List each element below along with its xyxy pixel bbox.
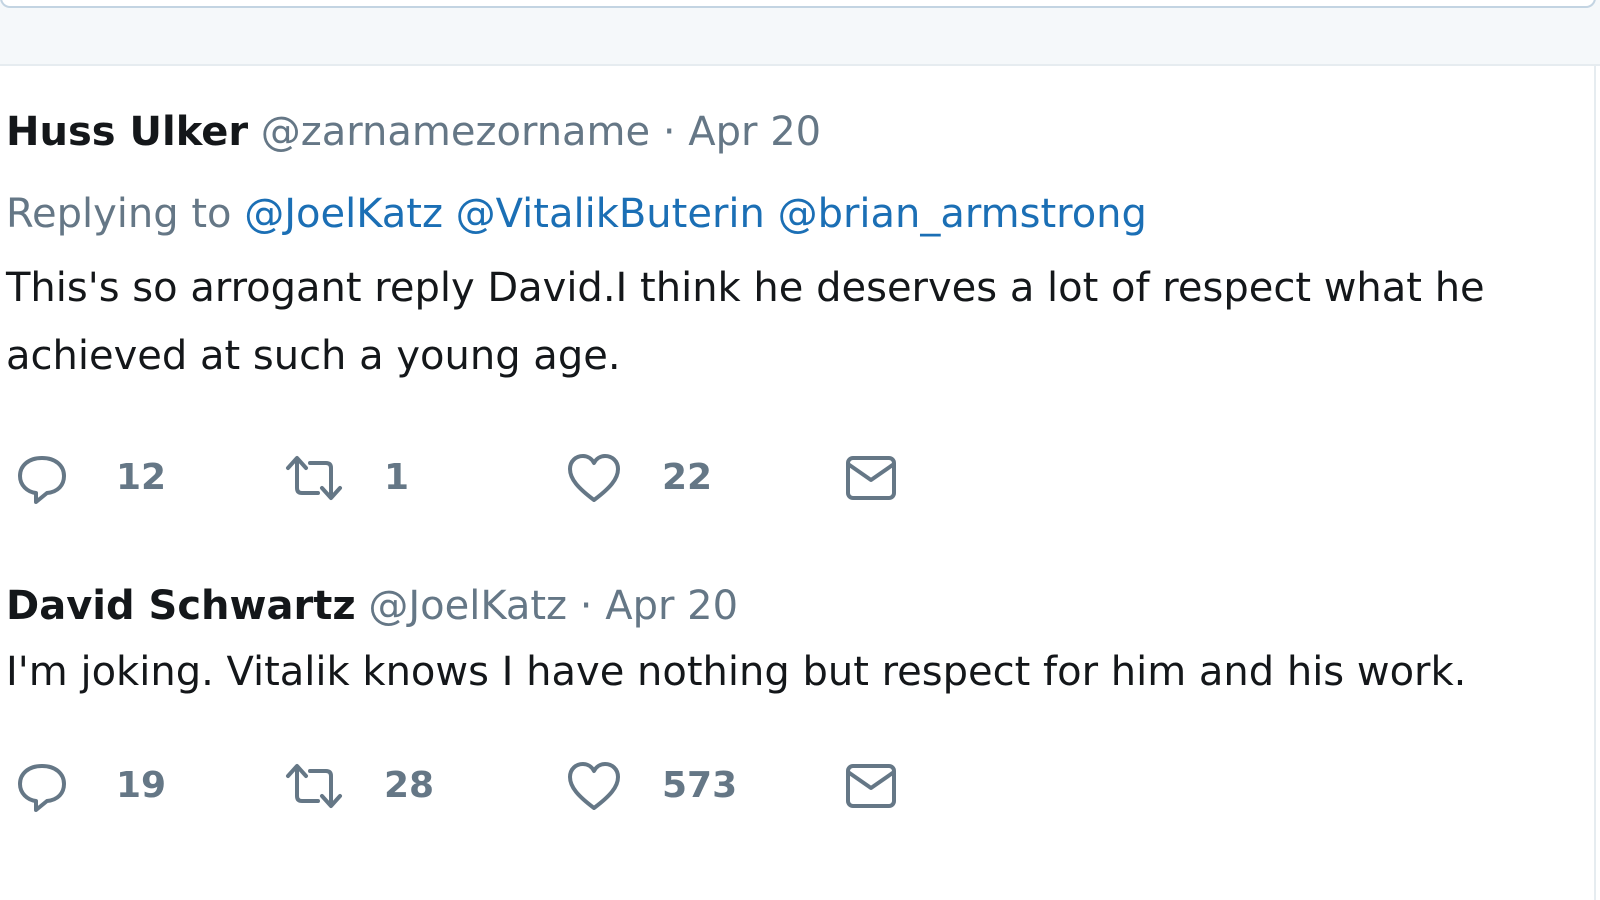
author-name[interactable]: Huss Ulker [6, 109, 248, 155]
reply-button[interactable]: 12 [12, 448, 166, 508]
compose-area [0, 0, 1600, 66]
envelope-icon [846, 764, 896, 808]
tweet-date[interactable]: Apr 20 [688, 109, 821, 155]
retweet-icon [286, 764, 342, 808]
tweet-actions: 12 1 22 [6, 448, 966, 508]
like-button[interactable]: 22 [564, 448, 712, 508]
like-button[interactable]: 573 [564, 756, 737, 816]
author-handle[interactable]: @zarnamezorname [261, 109, 650, 155]
tweet-header: David Schwartz @JoelKatz · Apr 20 [6, 578, 1566, 634]
reply-button[interactable]: 19 [12, 756, 166, 816]
tweet-header: Huss Ulker @zarnamezorname · Apr 20 [6, 104, 1566, 160]
tweet-text: This's so arrogant reply David.I think h… [6, 265, 1485, 379]
reply-count: 12 [116, 457, 167, 498]
mention-link[interactable]: @VitalikButerin [456, 191, 765, 237]
tweet-actions: 19 28 573 [6, 756, 966, 816]
replying-to: Replying to @JoelKatz @VitalikButerin @b… [6, 186, 1566, 242]
tweet-text: I'm joking. Vitalik knows I have nothing… [6, 649, 1467, 695]
retweet-count: 28 [384, 765, 435, 806]
separator-dot: · [662, 109, 676, 155]
like-count: 573 [662, 765, 738, 806]
tweet[interactable]: Huss Ulker @zarnamezorname · Apr 20 Repl… [6, 104, 1566, 390]
author-handle[interactable]: @JoelKatz [368, 583, 567, 629]
reply-input-box[interactable] [0, 0, 1596, 8]
heart-icon [568, 454, 620, 502]
tweet-date[interactable]: Apr 20 [605, 583, 738, 629]
direct-message-button[interactable] [840, 756, 900, 816]
retweet-count: 1 [384, 457, 410, 498]
mention-link[interactable]: @JoelKatz [244, 191, 443, 237]
separator-dot: · [579, 583, 593, 629]
retweet-icon [286, 456, 342, 500]
reply-icon [18, 764, 66, 812]
author-name[interactable]: David Schwartz [6, 583, 356, 629]
replying-label: Replying to [6, 191, 232, 237]
like-count: 22 [662, 457, 713, 498]
reply-count: 19 [116, 765, 167, 806]
tweet[interactable]: David Schwartz @JoelKatz · Apr 20 I'm jo… [6, 578, 1566, 706]
heart-icon [568, 762, 620, 810]
envelope-icon [846, 456, 896, 500]
timeline-border [1594, 64, 1600, 900]
direct-message-button[interactable] [840, 448, 900, 508]
reply-icon [18, 456, 66, 504]
mention-link[interactable]: @brian_armstrong [778, 191, 1147, 237]
retweet-button[interactable]: 1 [284, 448, 409, 508]
retweet-button[interactable]: 28 [284, 756, 434, 816]
